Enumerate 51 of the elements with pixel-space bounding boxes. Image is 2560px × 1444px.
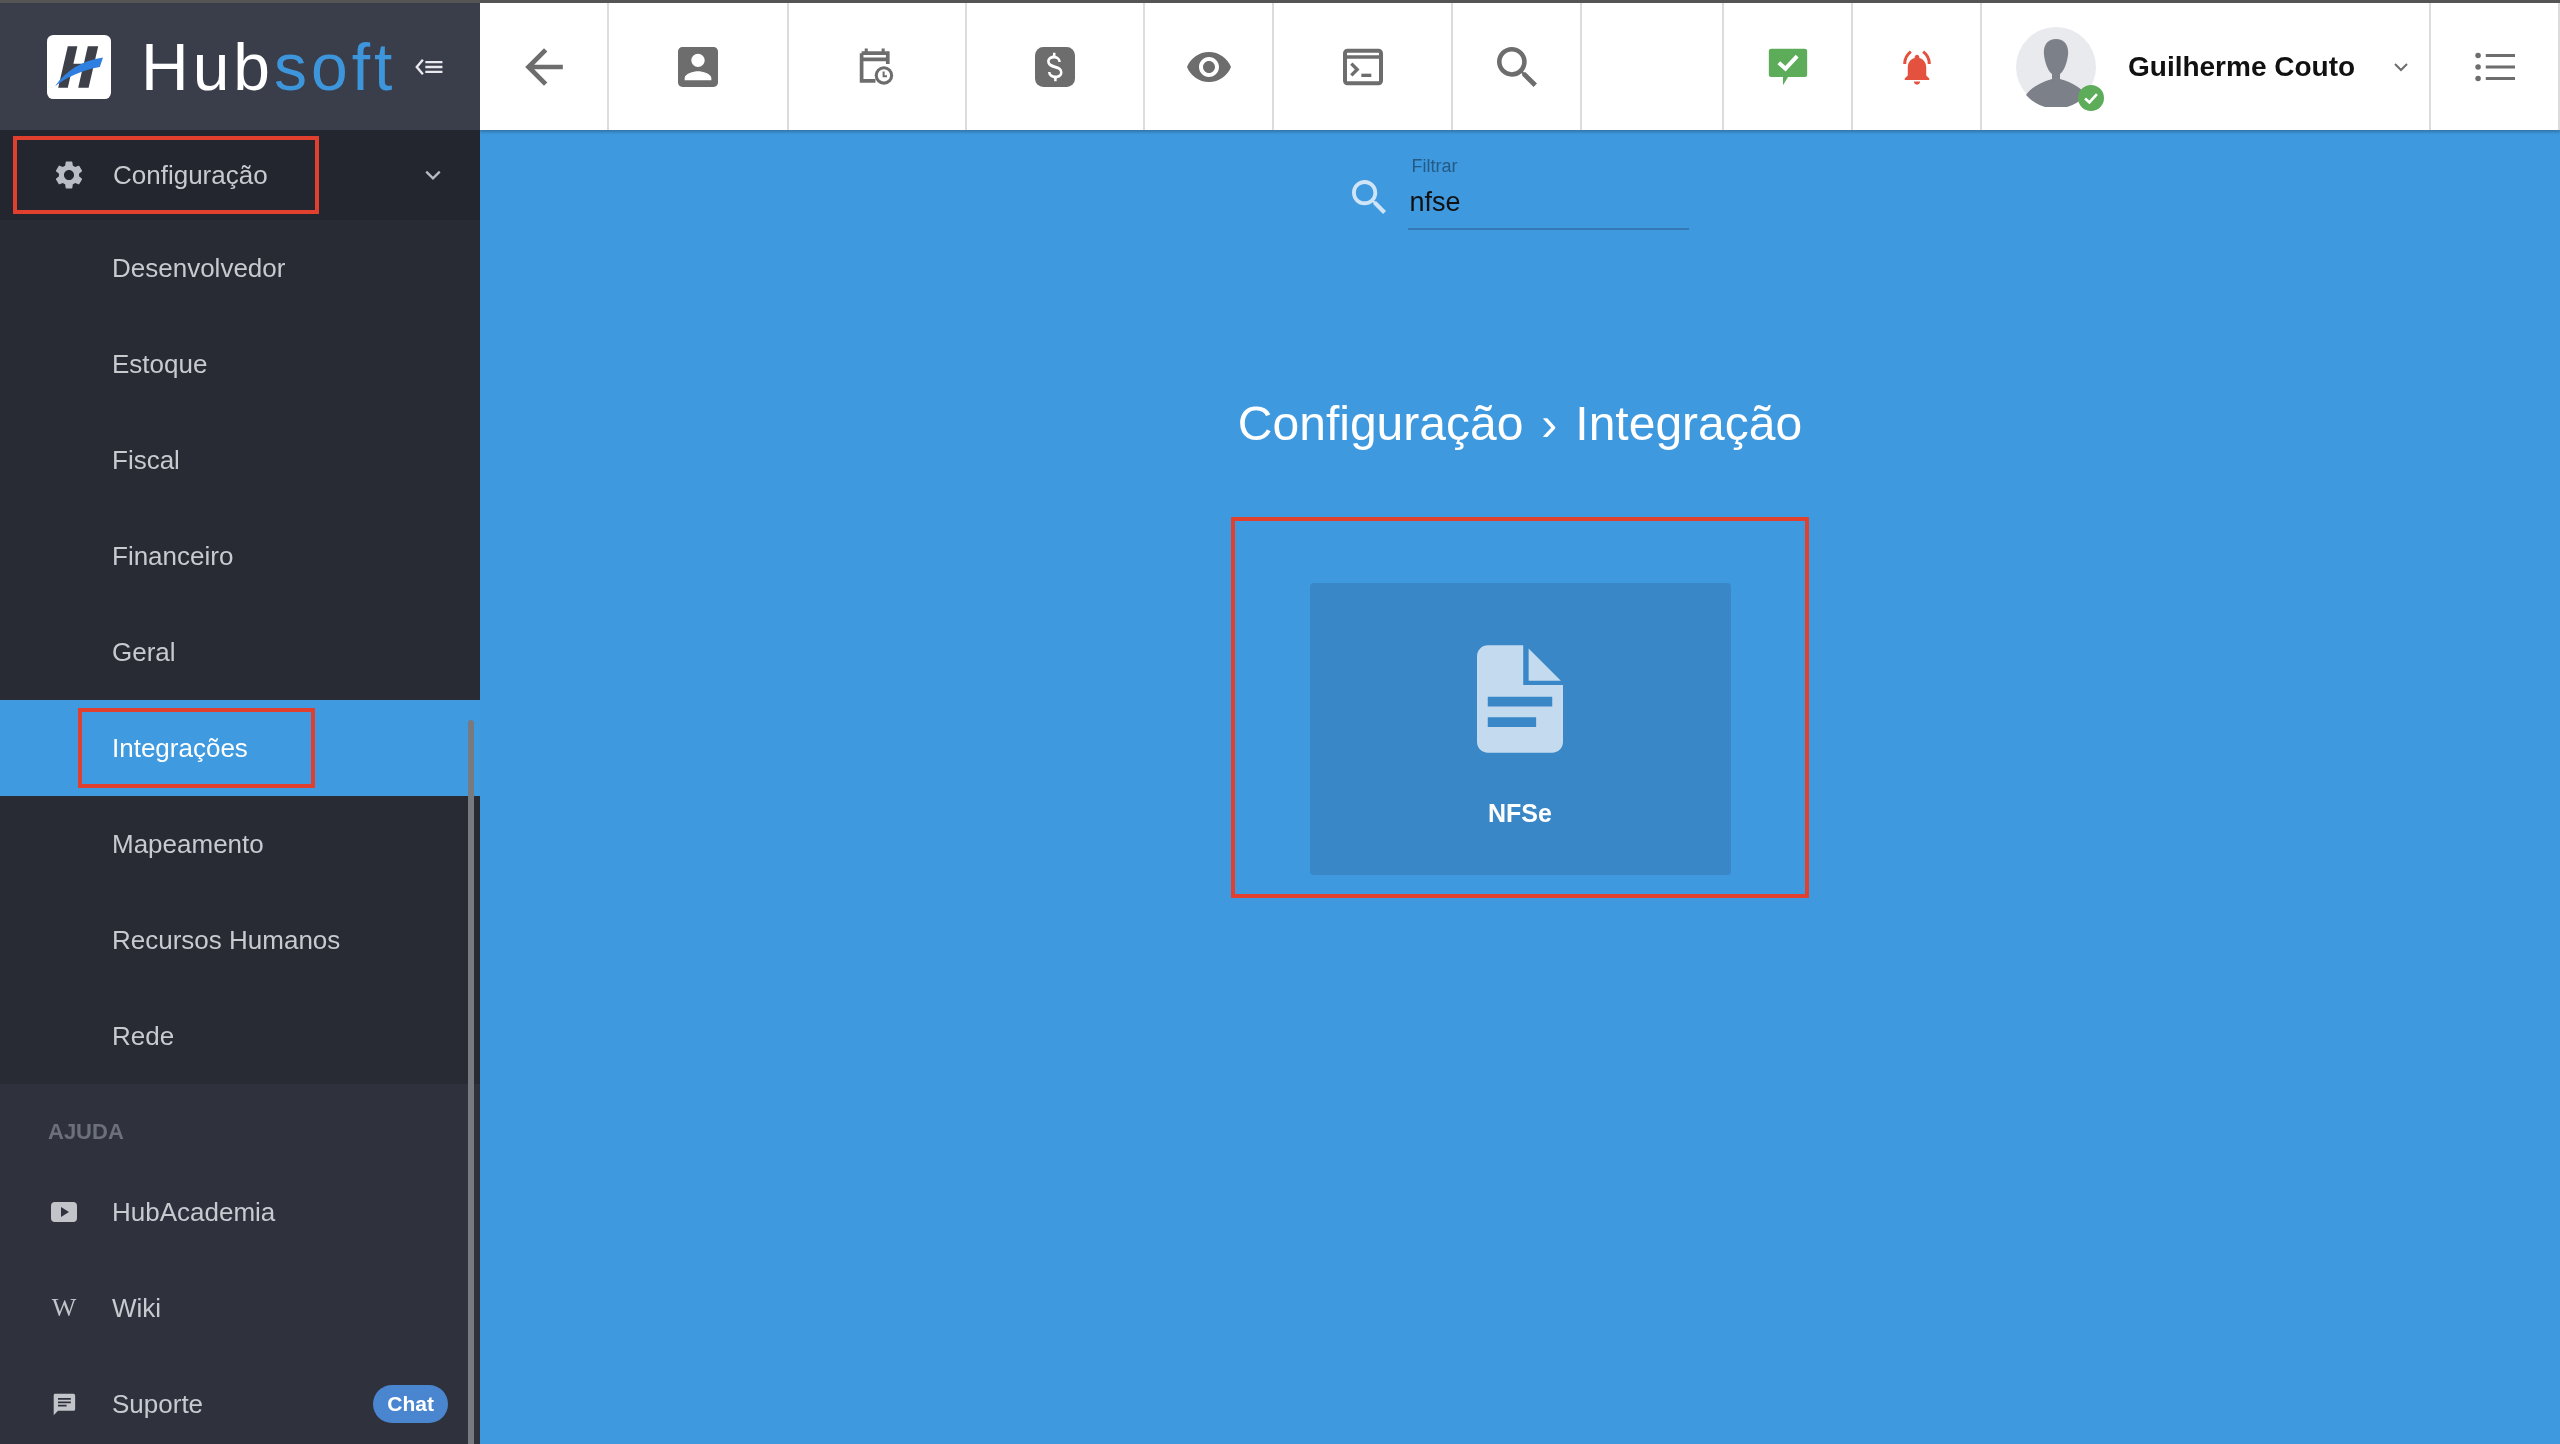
eye-icon <box>1186 51 1231 82</box>
play-icon <box>50 1200 78 1224</box>
card-label: NFSe <box>1488 799 1552 828</box>
breadcrumb-separator: › <box>1541 396 1558 451</box>
search-icon <box>1351 180 1386 214</box>
scrollbar[interactable] <box>468 720 474 1444</box>
breadcrumb-item: Configuração <box>1237 396 1524 451</box>
user-name: Guilherme Couto <box>2128 50 2356 83</box>
check-message-icon <box>1767 46 1808 87</box>
menu-group[interactable]: Configuração <box>0 130 480 220</box>
item-label: Fiscal <box>111 443 181 477</box>
item-label: Suporte <box>112 1388 204 1420</box>
sidebar-item[interactable]: Rede <box>0 988 480 1084</box>
item-label: Rede <box>111 1019 176 1053</box>
item-label: Recursos Humanos <box>111 923 342 957</box>
filter-field[interactable]: nfse <box>1407 177 1689 230</box>
sidebar-item[interactable]: Estoque <box>0 316 480 412</box>
item-label: HubAcademia <box>112 1196 276 1228</box>
sidebar-item[interactable]: HubAcademia <box>0 1164 480 1260</box>
wiki-icon: W <box>51 1295 77 1321</box>
contact-card-icon <box>678 46 718 87</box>
item-label: Financeiro <box>111 539 235 573</box>
sidebar-item[interactable]: Recursos Humanos <box>0 892 480 988</box>
item-label: Mapeamento <box>111 827 265 861</box>
terminal-icon <box>1342 46 1383 87</box>
item-label: Estoque <box>111 347 209 381</box>
item-label: Wiki <box>112 1292 162 1324</box>
breadcrumb-item: Integração <box>1575 396 1803 451</box>
field-label: Filtrar <box>1411 156 1459 177</box>
search-icon <box>1496 46 1537 87</box>
sidebar-item[interactable]: Geral <box>0 604 480 700</box>
chat-badge[interactable]: Chat <box>373 1385 448 1423</box>
chevron-icon <box>2393 61 2410 72</box>
item-label: Geral <box>111 635 177 669</box>
sidebar-item[interactable]: Mapeamento <box>0 796 480 892</box>
logo-icon <box>47 34 111 99</box>
integration-card[interactable]: NFSe <box>1309 583 1731 875</box>
brand-name: Hubsoft <box>141 33 397 100</box>
sidebar-item[interactable]: W Wiki <box>0 1260 480 1356</box>
sidebar-item[interactable]: Desenvolvedor <box>0 220 480 316</box>
section-heading: AJUDA <box>47 1118 125 1146</box>
sidebar-item[interactable]: Suporte Chat <box>0 1356 480 1444</box>
item-label: Integrações <box>112 732 248 764</box>
back-arrow-icon <box>523 46 564 87</box>
dollar-icon <box>1035 46 1075 87</box>
menu-group-label: Configuração <box>113 159 268 191</box>
item-label: Desenvolvedor <box>111 251 287 285</box>
sidebar-item[interactable]: Fiscal <box>0 412 480 508</box>
sidebar-item[interactable]: Financeiro <box>0 508 480 604</box>
settings-icon <box>55 161 83 189</box>
document-icon <box>1477 645 1563 753</box>
